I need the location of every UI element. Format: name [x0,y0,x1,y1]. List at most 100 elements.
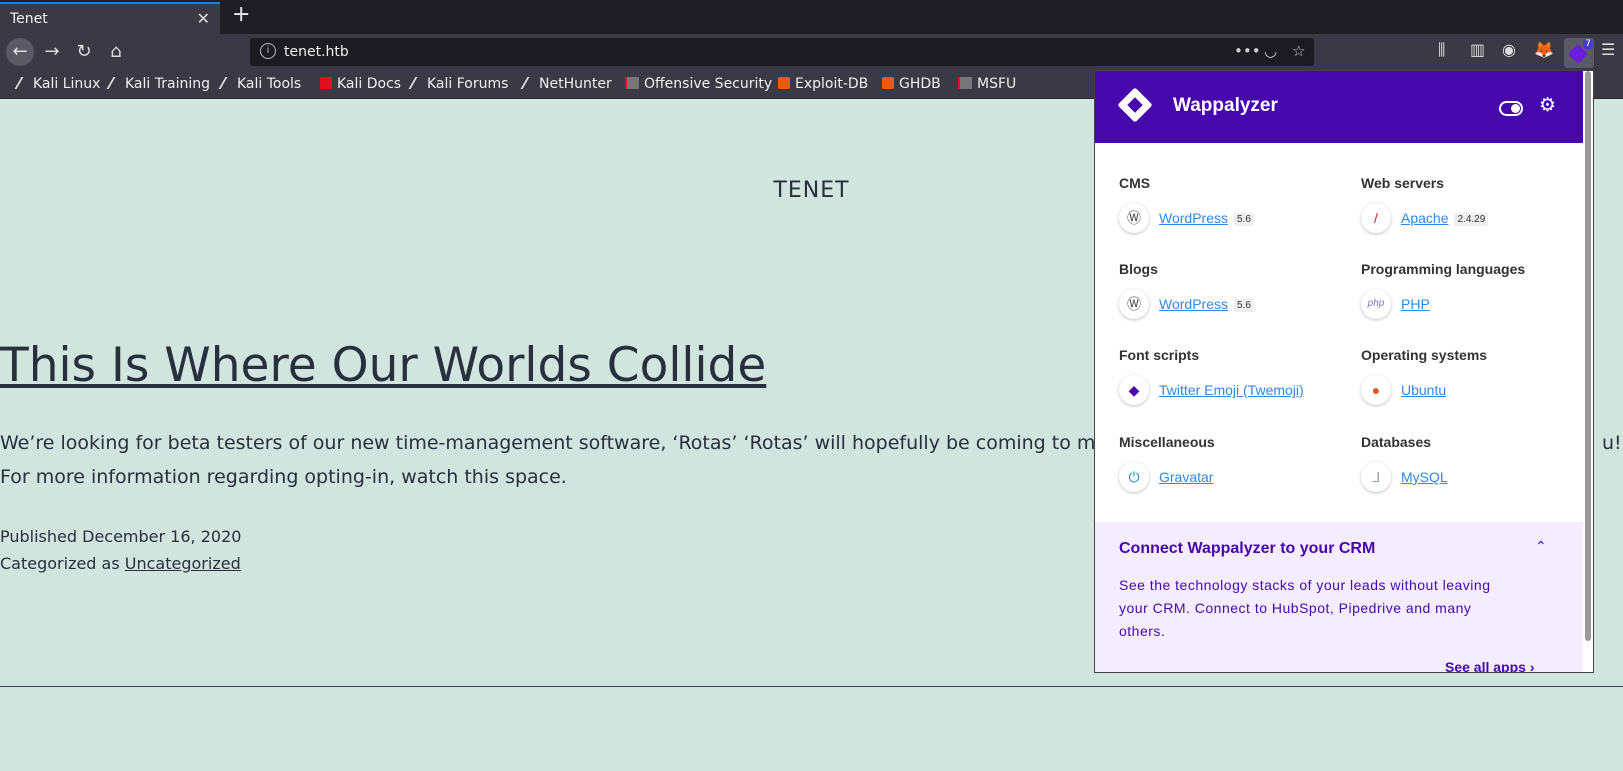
tab-close-icon[interactable]: ✕ [197,9,210,28]
tech-link[interactable]: MySQL [1401,469,1448,485]
kali-dragon-icon [106,77,124,89]
category-name: CMS [1119,175,1151,191]
pocket-icon[interactable]: ◡ [1264,42,1277,60]
url-text[interactable]: tenet.htb [284,44,349,60]
tech-name[interactable]: WordPress [1159,210,1228,226]
tech-row: ◆ Twitter Emoji (Twemoji) [1119,375,1304,407]
category-blogs: Blogs Ⓦ WordPress 5.6 [1119,261,1254,321]
gravatar-icon: ⏻ [1119,462,1149,492]
tech-version: 2.4.29 [1454,213,1489,226]
tech-link[interactable]: WordPress 5.6 [1159,210,1254,226]
kali-dragon-icon [408,77,426,89]
home-button[interactable]: ⌂ [102,38,130,66]
see-all-apps-label[interactable]: See all apps [1445,659,1526,672]
offsec-icon [625,77,639,89]
tech-link[interactable]: Apache 2.4.29 [1401,210,1489,226]
theme-toggle[interactable] [1499,101,1523,116]
tech-name[interactable]: Apache [1401,210,1448,226]
category-name: Databases [1361,434,1432,450]
tech-link[interactable]: Gravatar [1159,469,1213,485]
tech-row: Ⓦ WordPress 5.6 [1119,289,1254,321]
wappalyzer-popup: Wappalyzer ⚙ CMS Ⓦ WordPress 5.6 Web serv… [1094,70,1594,673]
bookmark-kali-docs[interactable]: Kali Docs [320,76,401,92]
category-prefix: Categorized as [0,554,120,573]
gear-icon[interactable]: ⚙ [1539,94,1556,116]
tab-tenet[interactable]: Tenet ✕ [0,2,220,34]
crm-description: See the technology stacks of your leads … [1119,577,1491,639]
post-body-text-tail: u! [1602,432,1622,454]
crm-promo: Connect Wappalyzer to your CRM ⌃ See the… [1095,522,1583,673]
site-info-icon[interactable]: i [260,43,276,59]
page-actions-icon[interactable]: ••• [1234,42,1261,60]
wappalyzer-extension-button[interactable]: 7 [1564,38,1594,68]
tech-row: Ⓦ WordPress 5.6 [1119,203,1254,235]
popup-scrollbar[interactable] [1585,71,1591,641]
crm-title[interactable]: Connect Wappalyzer to your CRM [1119,540,1375,558]
menu-icon[interactable]: ☰ [1601,40,1615,59]
kali-dragon-icon [218,77,236,89]
category-miscellaneous: Miscellaneous ⏻ Gravatar [1119,434,1215,494]
bookmark-nethunter[interactable]: NetHunter [520,76,612,92]
bookmark-msfu[interactable]: MSFU [958,76,1016,92]
tech-name[interactable]: WordPress [1159,296,1228,312]
arrow-right-icon: › [1529,659,1535,673]
bookmark-label: NetHunter [539,76,612,92]
new-tab-icon[interactable]: + [232,2,250,27]
wordpress-icon: Ⓦ [1119,289,1149,319]
bookmark-kali-forums[interactable]: Kali Forums [408,76,509,92]
php-icon: php [1361,289,1391,319]
twemoji-icon: ◆ [1119,375,1149,405]
see-all-apps-link[interactable]: See all apps › [1445,659,1535,673]
mysql-icon: ᒧ [1361,462,1391,492]
navigation-toolbar: ← → ↻ ⌂ i tenet.htb ••• ◡ ☆ ⫼ ▥ ◉ 🦊 ☰ [0,34,1623,70]
tech-link[interactable]: Ubuntu [1401,382,1446,398]
reload-button[interactable]: ↻ [70,38,98,66]
category-cms: CMS Ⓦ WordPress 5.6 [1119,175,1254,235]
account-icon[interactable]: ◉ [1502,40,1516,59]
bookmark-label: Kali Training [125,76,210,92]
bookmark-exploit-db[interactable]: Exploit-DB [778,76,868,92]
library-icon[interactable]: ⫼ [1438,40,1445,60]
category-name: Miscellaneous [1119,434,1215,450]
exploit-db-icon [778,77,790,89]
category-operating-systems: Operating systems ● Ubuntu [1361,347,1487,407]
separator [0,686,1623,687]
wordpress-icon: Ⓦ [1119,203,1149,233]
url-bar[interactable]: i tenet.htb ••• ◡ ☆ [250,38,1314,66]
forward-button[interactable]: → [38,38,66,66]
tech-row: php PHP [1361,289,1525,321]
kali-dragon-icon [14,77,32,89]
back-button[interactable]: ← [6,38,34,66]
bookmark-label: GHDB [899,76,941,92]
bookmark-offensive-security[interactable]: Offensive Security [625,76,772,92]
category-font-scripts: Font scripts ◆ Twitter Emoji (Twemoji) [1119,347,1304,407]
tech-version: 5.6 [1233,213,1254,226]
category-name: Operating systems [1361,347,1488,363]
apache-feather-icon: / [1361,203,1391,233]
tech-row: ● Ubuntu [1361,375,1487,407]
bookmark-kali-training[interactable]: Kali Training [106,76,210,92]
tech-link[interactable]: PHP [1401,296,1430,312]
wappalyzer-header: Wappalyzer ⚙ [1095,71,1583,143]
post-category-line: Categorized as Uncategorized [0,554,241,573]
tech-version: 5.6 [1233,299,1254,312]
tech-link[interactable]: WordPress 5.6 [1159,296,1254,312]
category-name: Web servers [1361,175,1445,191]
category-web-servers: Web servers / Apache 2.4.29 [1361,175,1489,235]
foxyproxy-icon[interactable]: 🦊 [1534,40,1554,59]
bookmark-label: Offensive Security [644,76,773,92]
bookmark-kali-tools[interactable]: Kali Tools [218,76,301,92]
chevron-up-icon[interactable]: ⌃ [1535,538,1547,555]
wappalyzer-title: Wappalyzer [1173,95,1278,116]
kali-dragon-icon [520,77,538,89]
bookmark-label: Kali Forums [427,76,509,92]
category-programming-languages: Programming languages php PHP [1361,261,1525,321]
tech-link[interactable]: Twitter Emoji (Twemoji) [1159,382,1304,398]
bookmark-kali-linux[interactable]: Kali Linux [14,76,100,92]
sidebar-icon[interactable]: ▥ [1470,40,1485,59]
category-link[interactable]: Uncategorized [125,554,241,573]
bookmark-ghdb[interactable]: GHDB [882,76,941,92]
wappalyzer-logo-icon [1117,87,1153,123]
bookmark-star-icon[interactable]: ☆ [1292,42,1305,60]
post-title-link[interactable]: This Is Where Our Worlds Collide [0,338,766,393]
